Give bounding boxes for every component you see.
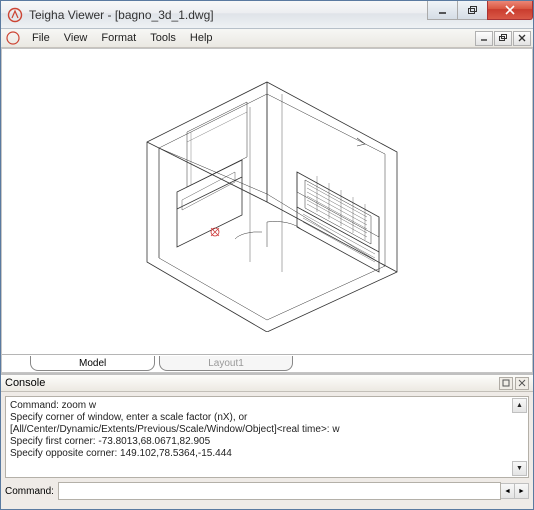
command-row: Command: ◄ ► xyxy=(5,482,529,500)
console-line: Specify opposite corner: 149.102,78.5364… xyxy=(10,448,524,460)
maximize-button[interactable] xyxy=(457,1,487,20)
mdi-minimize-button[interactable] xyxy=(475,31,493,46)
mdi-restore-button[interactable] xyxy=(494,31,512,46)
console-line: Specify first corner: -73.8013,68.0671,8… xyxy=(10,436,524,448)
window-titlebar: Teigha Viewer - [bagno_3d_1.dwg] xyxy=(1,1,533,29)
console-output[interactable]: Command: zoom w Specify corner of window… xyxy=(5,396,529,478)
menubar: File View Format Tools Help xyxy=(1,29,533,48)
minimize-button[interactable] xyxy=(427,1,457,20)
console-panel: Console Command: zoom w Specify corner o… xyxy=(1,373,533,500)
3d-viewport[interactable] xyxy=(2,49,532,354)
3d-wireframe-drawing xyxy=(107,72,427,332)
console-line: Specify corner of window, enter a scale … xyxy=(10,412,524,424)
menu-file[interactable]: File xyxy=(25,30,57,46)
tab-layout1[interactable]: Layout1 xyxy=(159,356,293,371)
console-scroll-up-button[interactable]: ▲ xyxy=(512,398,527,413)
menu-tools[interactable]: Tools xyxy=(143,30,183,46)
command-scroll-left-button[interactable]: ◄ xyxy=(500,483,515,499)
mdi-close-button[interactable] xyxy=(513,31,531,46)
tab-model[interactable]: Model xyxy=(30,356,155,371)
menu-format[interactable]: Format xyxy=(94,30,143,46)
command-scroll-right-button[interactable]: ► xyxy=(514,483,529,499)
mdi-controls xyxy=(474,31,531,46)
layout-tabstrip: Model Layout1 xyxy=(2,354,532,372)
console-line: [All/Center/Dynamic/Extents/Previous/Sca… xyxy=(10,424,524,436)
command-input[interactable] xyxy=(58,482,501,500)
menu-view[interactable]: View xyxy=(57,30,95,46)
close-button[interactable] xyxy=(487,1,533,20)
console-line: Command: zoom w xyxy=(10,400,524,412)
console-undock-button[interactable] xyxy=(499,377,513,390)
menu-help[interactable]: Help xyxy=(183,30,220,46)
window-controls xyxy=(427,1,533,20)
drawing-area: Model Layout1 xyxy=(1,48,533,373)
document-icon xyxy=(5,30,21,46)
app-icon xyxy=(7,7,23,23)
console-close-button[interactable] xyxy=(515,377,529,390)
console-scroll-down-button[interactable]: ▼ xyxy=(512,461,527,476)
console-title-text: Console xyxy=(5,377,45,389)
console-titlebar: Console xyxy=(1,375,533,392)
command-label: Command: xyxy=(5,486,58,497)
